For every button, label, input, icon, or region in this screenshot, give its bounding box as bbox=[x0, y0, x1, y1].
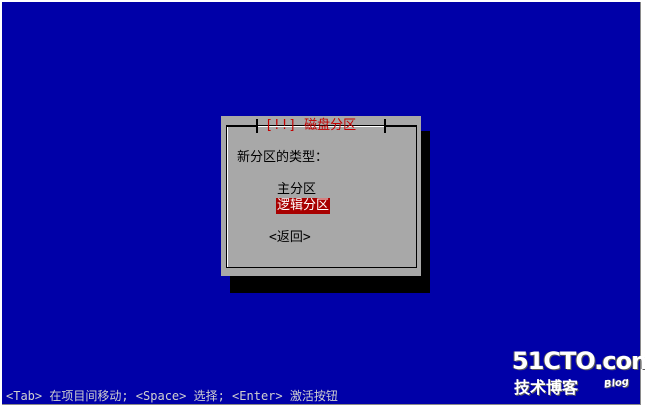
keyboard-help-bar: <Tab> 在项目间移动; <Space> 选择; <Enter> 激活按钮 bbox=[6, 389, 338, 403]
option-primary-partition[interactable]: 主分区 bbox=[276, 182, 330, 198]
installer-screen: [!!] 磁盘分区 新分区的类型： 主分区 逻辑分区 <返回> <Tab> 在项… bbox=[2, 2, 645, 405]
dialog-title: [!!] 磁盘分区 bbox=[265, 118, 357, 133]
partition-type-prompt: 新分区的类型： bbox=[237, 150, 329, 165]
partition-dialog: [!!] 磁盘分区 新分区的类型： 主分区 逻辑分区 <返回> bbox=[221, 116, 421, 276]
option-logical-partition[interactable]: 逻辑分区 bbox=[276, 198, 331, 214]
back-button[interactable]: <返回> bbox=[269, 230, 311, 246]
title-rule-left bbox=[226, 125, 257, 127]
title-rule-right bbox=[385, 125, 416, 127]
title-bracket-left bbox=[256, 119, 258, 133]
partition-type-list: 主分区 逻辑分区 bbox=[276, 182, 331, 214]
watermark-blog-tag: Blog bbox=[603, 376, 630, 391]
dialog-title-bar: [!!] 磁盘分区 bbox=[221, 116, 421, 136]
watermark-logo-text: 51CTO.com bbox=[512, 347, 645, 375]
site-watermark: 51CTO.com 技术博客 Blog bbox=[512, 346, 645, 404]
watermark-subtitle: 技术博客 bbox=[514, 378, 579, 397]
